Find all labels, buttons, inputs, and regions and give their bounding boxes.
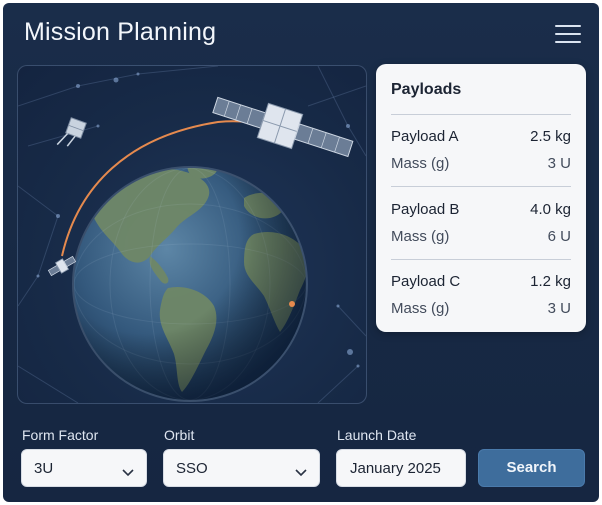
payload-row-b[interactable]: Payload B 4.0 kg <box>391 201 571 221</box>
payload-row-c[interactable]: Payload C 1.2 kg <box>391 273 571 293</box>
payload-mass-row-a: Mass (g) 3 U <box>391 155 571 175</box>
orbit-value: SSO <box>176 460 208 477</box>
divider <box>391 259 571 260</box>
earth-globe <box>72 166 308 402</box>
mass-label: Mass (g) <box>391 155 450 172</box>
payload-units: 6 U <box>547 228 571 245</box>
payload-units: 3 U <box>547 155 571 172</box>
form-factor-value: 3U <box>34 460 54 477</box>
ground-station-marker <box>289 301 295 307</box>
orbit-select[interactable]: SSO <box>163 449 320 487</box>
payload-weight: 4.0 kg <box>530 201 571 218</box>
payload-mass-row-b: Mass (g) 6 U <box>391 228 571 248</box>
launch-date-label: Launch Date <box>337 427 417 443</box>
form-factor-label: Form Factor <box>22 427 99 443</box>
launch-date-value: January 2025 <box>350 460 441 477</box>
page-title: Mission Planning <box>24 18 217 46</box>
payload-weight: 2.5 kg <box>530 128 571 145</box>
orbit-label: Orbit <box>164 427 195 443</box>
mass-label: Mass (g) <box>391 228 450 245</box>
satellite-large-icon <box>212 96 354 158</box>
hamburger-menu-icon[interactable] <box>555 23 581 44</box>
payload-name: Payload C <box>391 273 461 290</box>
search-button[interactable]: Search <box>478 449 585 487</box>
payload-row-a[interactable]: Payload A 2.5 kg <box>391 128 571 148</box>
payloads-title: Payloads <box>391 81 462 98</box>
orbit-visualization <box>17 65 367 404</box>
mass-label: Mass (g) <box>391 300 450 317</box>
divider <box>391 114 571 115</box>
chevron-down-icon <box>122 464 134 481</box>
form-factor-select[interactable]: 3U <box>21 449 147 487</box>
payload-units: 3 U <box>547 300 571 317</box>
app-window: Mission Planning Payloads Payload A 2.5 … <box>3 3 599 502</box>
payloads-panel: Payloads Payload A 2.5 kg Mass (g) 3 U P… <box>376 64 586 332</box>
payload-name: Payload B <box>391 201 460 218</box>
divider <box>391 186 571 187</box>
cubesat-icon <box>56 117 87 147</box>
payload-name: Payload A <box>391 128 459 145</box>
launch-date-input[interactable]: January 2025 <box>336 449 466 487</box>
payload-weight: 1.2 kg <box>530 273 571 290</box>
chevron-down-icon <box>295 464 307 481</box>
payload-mass-row-c: Mass (g) 3 U <box>391 300 571 320</box>
